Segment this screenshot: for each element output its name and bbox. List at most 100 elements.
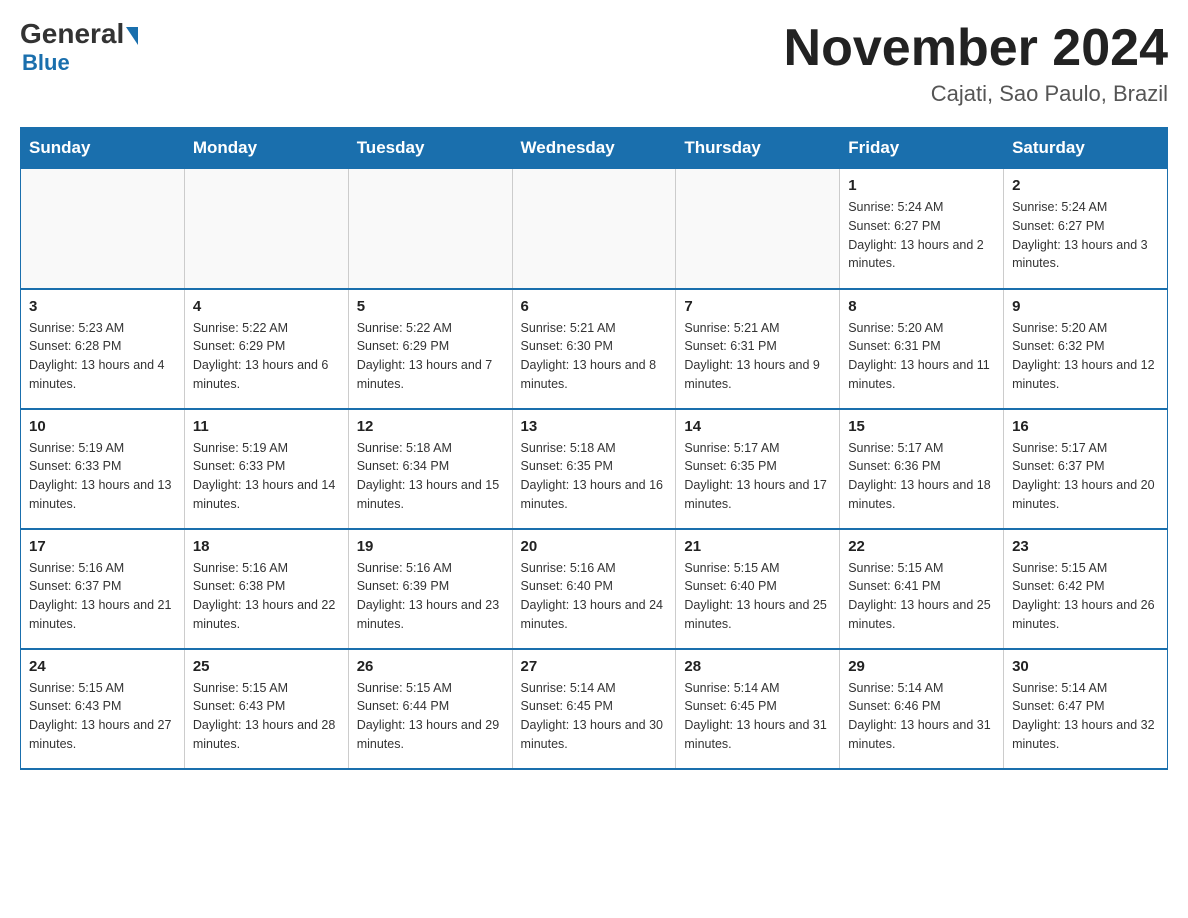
day-number: 20 [521, 538, 668, 555]
calendar-header-row: SundayMondayTuesdayWednesdayThursdayFrid… [21, 128, 1168, 169]
day-number: 12 [357, 418, 504, 435]
calendar-cell: 13 Sunrise: 5:18 AM Sunset: 6:35 PM Dayli… [512, 409, 676, 529]
calendar-cell: 8 Sunrise: 5:20 AM Sunset: 6:31 PM Daylig… [840, 289, 1004, 409]
calendar-cell: 30 Sunrise: 5:14 AM Sunset: 6:47 PM Dayli… [1004, 649, 1168, 769]
day-number: 25 [193, 658, 340, 675]
day-number: 14 [684, 418, 831, 435]
day-number: 1 [848, 177, 995, 194]
calendar-cell [676, 169, 840, 289]
day-info: Sunrise: 5:14 AM Sunset: 6:45 PM Dayligh… [684, 679, 831, 754]
day-number: 24 [29, 658, 176, 675]
calendar-week-row: 1 Sunrise: 5:24 AM Sunset: 6:27 PM Daylig… [21, 169, 1168, 289]
calendar-cell: 29 Sunrise: 5:14 AM Sunset: 6:46 PM Dayli… [840, 649, 1004, 769]
calendar-week-row: 10 Sunrise: 5:19 AM Sunset: 6:33 PM Dayli… [21, 409, 1168, 529]
calendar-cell: 16 Sunrise: 5:17 AM Sunset: 6:37 PM Dayli… [1004, 409, 1168, 529]
day-info: Sunrise: 5:21 AM Sunset: 6:30 PM Dayligh… [521, 319, 668, 394]
day-info: Sunrise: 5:14 AM Sunset: 6:46 PM Dayligh… [848, 679, 995, 754]
calendar-cell: 22 Sunrise: 5:15 AM Sunset: 6:41 PM Dayli… [840, 529, 1004, 649]
day-number: 9 [1012, 298, 1159, 315]
day-number: 11 [193, 418, 340, 435]
day-info: Sunrise: 5:16 AM Sunset: 6:37 PM Dayligh… [29, 559, 176, 634]
day-number: 21 [684, 538, 831, 555]
day-info: Sunrise: 5:19 AM Sunset: 6:33 PM Dayligh… [193, 439, 340, 514]
calendar-table: SundayMondayTuesdayWednesdayThursdayFrid… [20, 127, 1168, 770]
title-block: November 2024 Cajati, Sao Paulo, Brazil [784, 20, 1168, 107]
day-number: 27 [521, 658, 668, 675]
day-info: Sunrise: 5:22 AM Sunset: 6:29 PM Dayligh… [193, 319, 340, 394]
calendar-cell: 18Sunrise: 5:16 AM Sunset: 6:38 PM Dayli… [184, 529, 348, 649]
day-number: 7 [684, 298, 831, 315]
calendar-cell: 7 Sunrise: 5:21 AM Sunset: 6:31 PM Daylig… [676, 289, 840, 409]
day-number: 4 [193, 298, 340, 315]
day-header-wednesday: Wednesday [512, 128, 676, 169]
calendar-cell [184, 169, 348, 289]
day-header-thursday: Thursday [676, 128, 840, 169]
calendar-cell: 5Sunrise: 5:22 AM Sunset: 6:29 PM Daylig… [348, 289, 512, 409]
calendar-cell [348, 169, 512, 289]
calendar-cell: 15Sunrise: 5:17 AM Sunset: 6:36 PM Dayli… [840, 409, 1004, 529]
day-info: Sunrise: 5:14 AM Sunset: 6:45 PM Dayligh… [521, 679, 668, 754]
calendar-cell: 19 Sunrise: 5:16 AM Sunset: 6:39 PM Dayli… [348, 529, 512, 649]
day-info: Sunrise: 5:15 AM Sunset: 6:43 PM Dayligh… [29, 679, 176, 754]
day-info: Sunrise: 5:15 AM Sunset: 6:44 PM Dayligh… [357, 679, 504, 754]
day-info: Sunrise: 5:23 AM Sunset: 6:28 PM Dayligh… [29, 319, 176, 394]
calendar-cell: 28 Sunrise: 5:14 AM Sunset: 6:45 PM Dayli… [676, 649, 840, 769]
calendar-cell: 11 Sunrise: 5:19 AM Sunset: 6:33 PM Dayli… [184, 409, 348, 529]
calendar-cell: 23 Sunrise: 5:15 AM Sunset: 6:42 PM Dayli… [1004, 529, 1168, 649]
day-header-tuesday: Tuesday [348, 128, 512, 169]
calendar-week-row: 3 Sunrise: 5:23 AM Sunset: 6:28 PM Daylig… [21, 289, 1168, 409]
day-info: Sunrise: 5:15 AM Sunset: 6:42 PM Dayligh… [1012, 559, 1159, 634]
calendar-cell: 20 Sunrise: 5:16 AM Sunset: 6:40 PM Dayli… [512, 529, 676, 649]
day-info: Sunrise: 5:20 AM Sunset: 6:31 PM Dayligh… [848, 319, 995, 394]
day-info: Sunrise: 5:15 AM Sunset: 6:40 PM Dayligh… [684, 559, 831, 634]
day-info: Sunrise: 5:18 AM Sunset: 6:35 PM Dayligh… [521, 439, 668, 514]
day-number: 13 [521, 418, 668, 435]
month-title: November 2024 [784, 20, 1168, 77]
calendar-cell: 17Sunrise: 5:16 AM Sunset: 6:37 PM Dayli… [21, 529, 185, 649]
day-info: Sunrise: 5:16 AM Sunset: 6:39 PM Dayligh… [357, 559, 504, 634]
day-info: Sunrise: 5:21 AM Sunset: 6:31 PM Dayligh… [684, 319, 831, 394]
calendar-cell: 6 Sunrise: 5:21 AM Sunset: 6:30 PM Daylig… [512, 289, 676, 409]
day-info: Sunrise: 5:15 AM Sunset: 6:43 PM Dayligh… [193, 679, 340, 754]
calendar-cell: 9 Sunrise: 5:20 AM Sunset: 6:32 PM Daylig… [1004, 289, 1168, 409]
day-number: 18 [193, 538, 340, 555]
calendar-cell: 24 Sunrise: 5:15 AM Sunset: 6:43 PM Dayli… [21, 649, 185, 769]
logo-triangle-icon [126, 27, 138, 45]
day-number: 15 [848, 418, 995, 435]
day-number: 30 [1012, 658, 1159, 675]
calendar-cell [512, 169, 676, 289]
day-number: 29 [848, 658, 995, 675]
day-number: 26 [357, 658, 504, 675]
calendar-cell: 25 Sunrise: 5:15 AM Sunset: 6:43 PM Dayli… [184, 649, 348, 769]
day-info: Sunrise: 5:22 AM Sunset: 6:29 PM Dayligh… [357, 319, 504, 394]
day-number: 2 [1012, 177, 1159, 194]
day-info: Sunrise: 5:17 AM Sunset: 6:37 PM Dayligh… [1012, 439, 1159, 514]
day-number: 22 [848, 538, 995, 555]
day-info: Sunrise: 5:16 AM Sunset: 6:40 PM Dayligh… [521, 559, 668, 634]
day-number: 6 [521, 298, 668, 315]
day-number: 8 [848, 298, 995, 315]
day-info: Sunrise: 5:17 AM Sunset: 6:35 PM Dayligh… [684, 439, 831, 514]
day-number: 19 [357, 538, 504, 555]
logo-general: General [20, 20, 138, 48]
day-number: 28 [684, 658, 831, 675]
location: Cajati, Sao Paulo, Brazil [784, 81, 1168, 107]
day-info: Sunrise: 5:15 AM Sunset: 6:41 PM Dayligh… [848, 559, 995, 634]
day-info: Sunrise: 5:24 AM Sunset: 6:27 PM Dayligh… [1012, 198, 1159, 273]
calendar-week-row: 17Sunrise: 5:16 AM Sunset: 6:37 PM Dayli… [21, 529, 1168, 649]
day-number: 23 [1012, 538, 1159, 555]
calendar-cell: 1 Sunrise: 5:24 AM Sunset: 6:27 PM Daylig… [840, 169, 1004, 289]
calendar-cell: 14 Sunrise: 5:17 AM Sunset: 6:35 PM Dayli… [676, 409, 840, 529]
day-info: Sunrise: 5:20 AM Sunset: 6:32 PM Dayligh… [1012, 319, 1159, 394]
day-header-saturday: Saturday [1004, 128, 1168, 169]
calendar-cell: 26 Sunrise: 5:15 AM Sunset: 6:44 PM Dayli… [348, 649, 512, 769]
day-info: Sunrise: 5:14 AM Sunset: 6:47 PM Dayligh… [1012, 679, 1159, 754]
calendar-cell: 12Sunrise: 5:18 AM Sunset: 6:34 PM Dayli… [348, 409, 512, 529]
day-number: 10 [29, 418, 176, 435]
day-info: Sunrise: 5:24 AM Sunset: 6:27 PM Dayligh… [848, 198, 995, 273]
calendar-cell: 10Sunrise: 5:19 AM Sunset: 6:33 PM Dayli… [21, 409, 185, 529]
day-number: 3 [29, 298, 176, 315]
calendar-cell: 3 Sunrise: 5:23 AM Sunset: 6:28 PM Daylig… [21, 289, 185, 409]
day-number: 16 [1012, 418, 1159, 435]
day-header-sunday: Sunday [21, 128, 185, 169]
